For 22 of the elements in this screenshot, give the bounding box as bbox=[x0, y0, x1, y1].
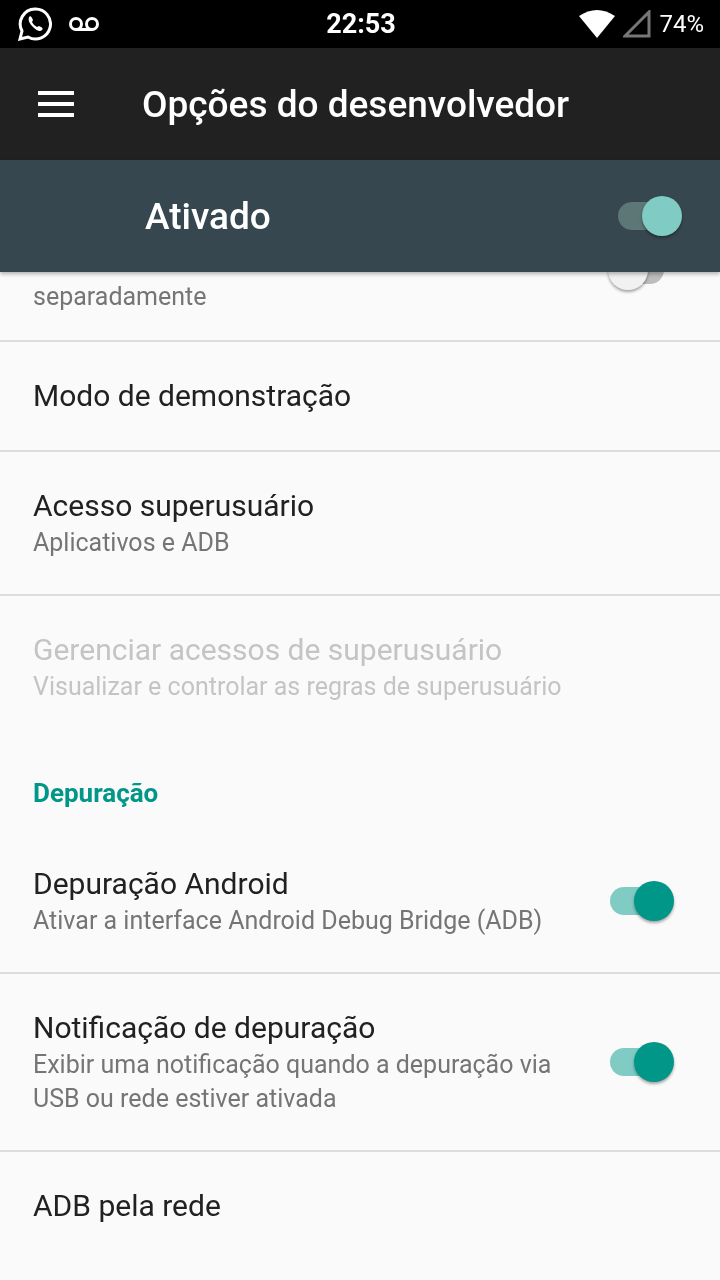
switch-label: Ativado bbox=[145, 194, 272, 238]
section-header: Depuração bbox=[32, 777, 160, 810]
setting-title[interactable]: Depuração Android bbox=[33, 864, 568, 904]
setting-summary: Aplicativos e ADB bbox=[33, 527, 231, 559]
battery-level: 74% bbox=[659, 10, 704, 38]
screen-title: Opções do desenvolvedor bbox=[142, 82, 570, 126]
toggle-switch[interactable] bbox=[616, 196, 682, 236]
setting-summary: separadamente bbox=[33, 281, 208, 313]
setting-title[interactable]: ADB pela rede bbox=[33, 1186, 568, 1226]
voicemail-icon bbox=[68, 16, 100, 32]
clock-time: 22:53 bbox=[326, 8, 396, 40]
toggle-switch[interactable] bbox=[608, 881, 674, 921]
signal-icon bbox=[623, 10, 652, 38]
wifi-icon bbox=[579, 10, 616, 38]
setting-title[interactable]: Notificação de depuração bbox=[33, 1008, 568, 1048]
setting-summary: Ativar a interface Android Debug Bridge (ADB) bbox=[33, 905, 544, 937]
menu-icon[interactable] bbox=[38, 91, 74, 117]
setting-summary: Exibir uma notificação quando a depuração via USB ou rede estiver ativada bbox=[33, 1049, 553, 1115]
setting-title[interactable]: Acesso superusuário bbox=[33, 486, 568, 526]
setting-title[interactable]: Modo de demonstração bbox=[33, 376, 568, 416]
chat-bubble-icon bbox=[18, 7, 52, 41]
toggle-switch[interactable] bbox=[608, 1042, 674, 1082]
